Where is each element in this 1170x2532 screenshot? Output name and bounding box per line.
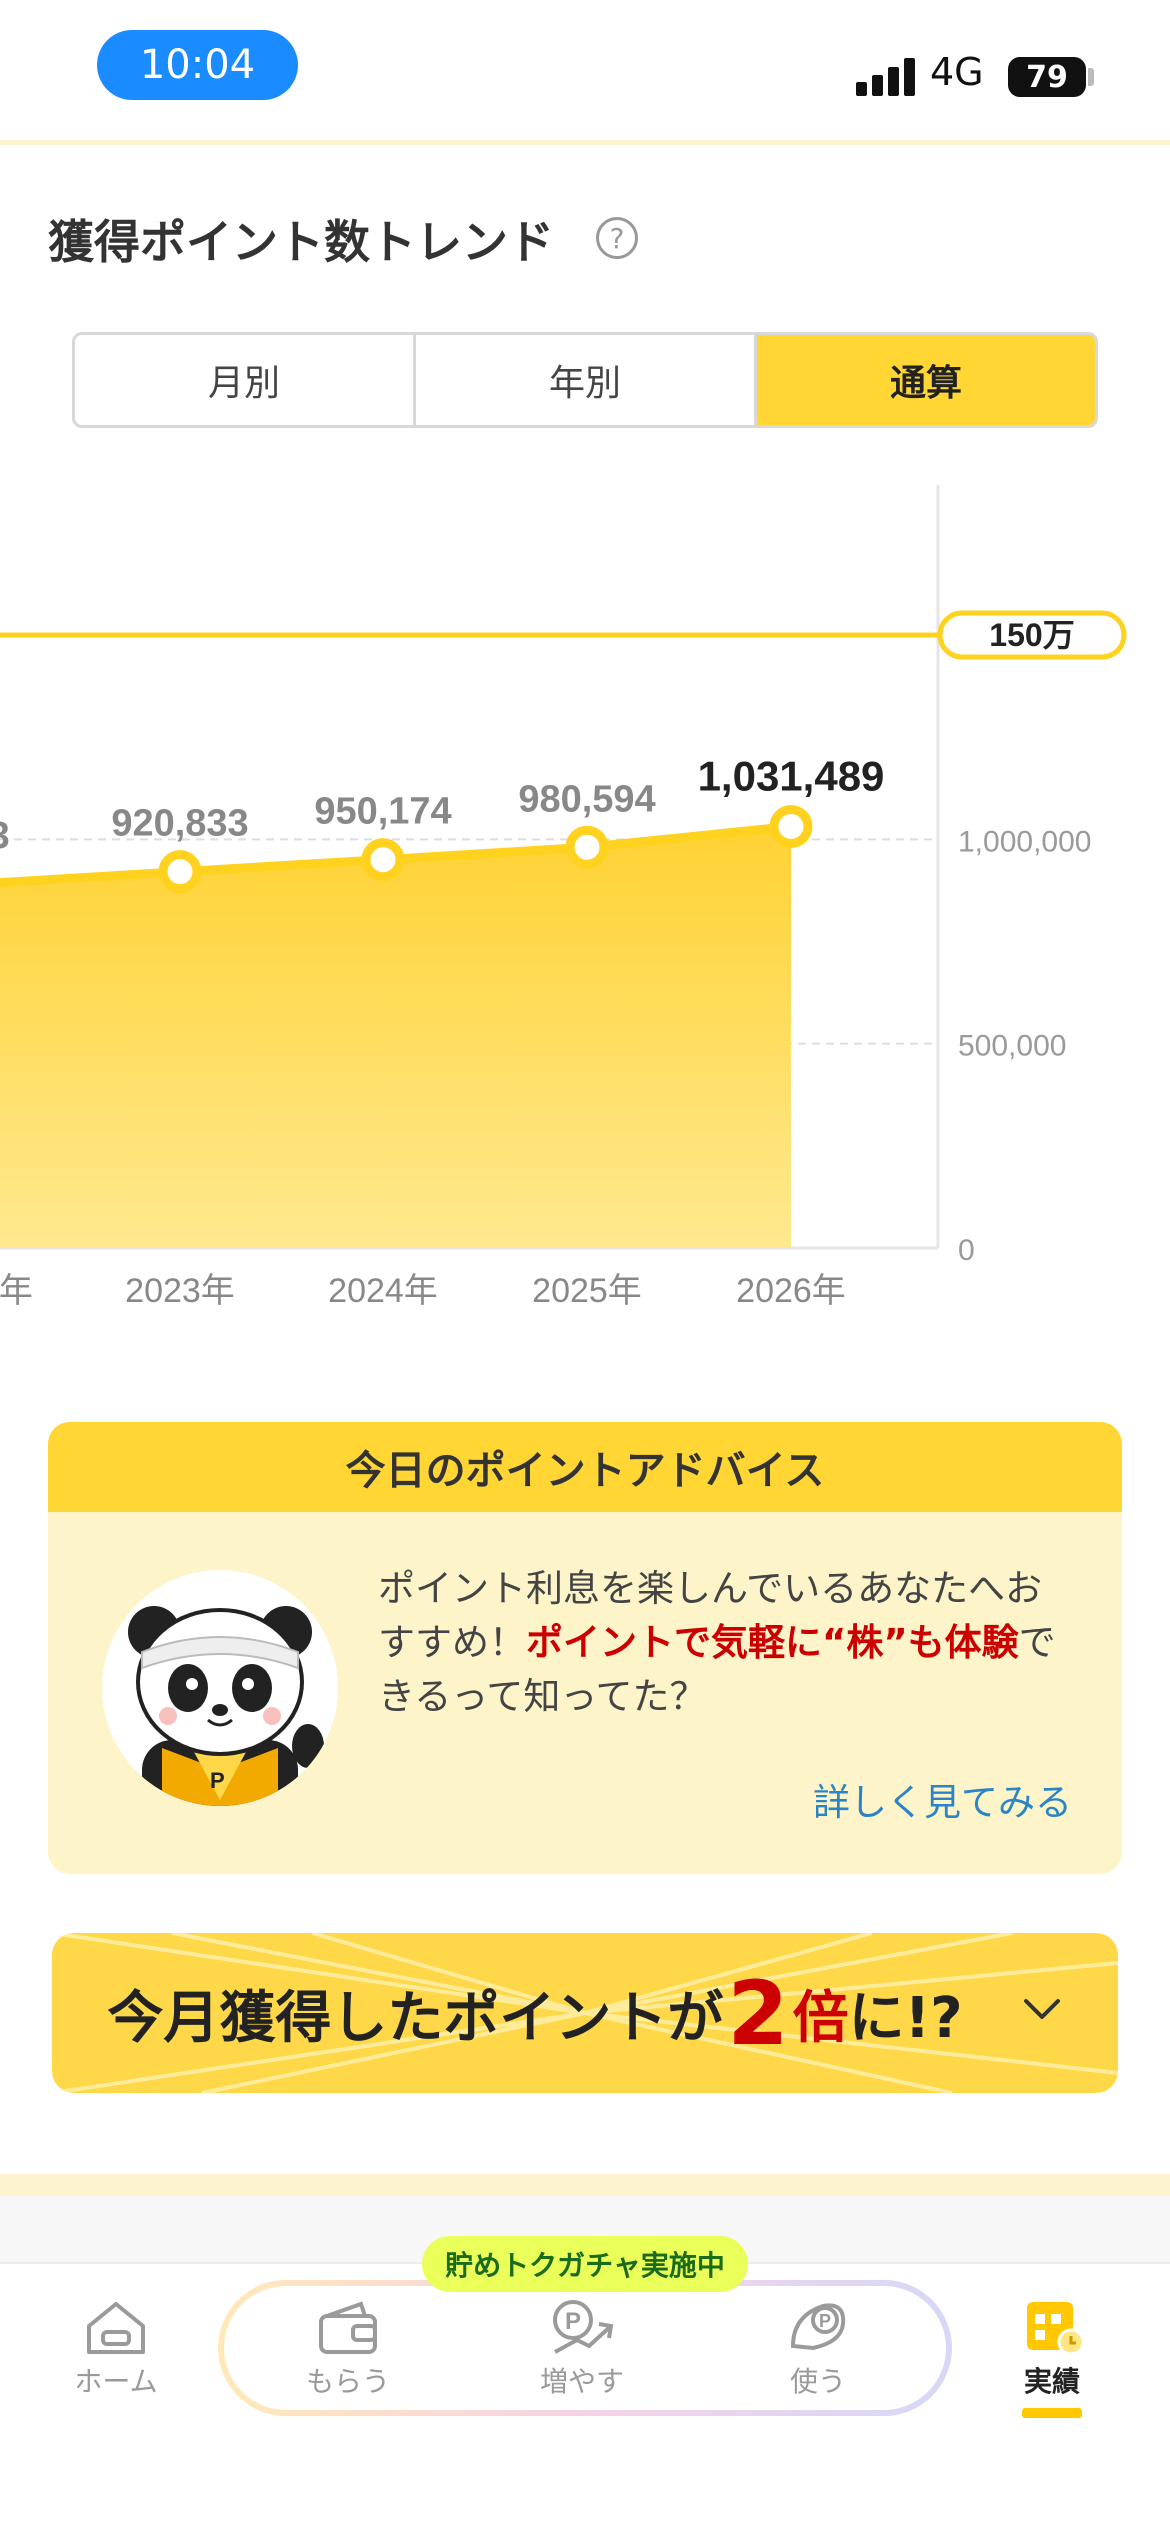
tab-grow[interactable]: P 増やす	[502, 2296, 662, 2406]
help-icon[interactable]: ?	[596, 217, 638, 259]
x-tick-label: 2022年	[0, 1272, 33, 1310]
period-segmented-control: 月別 年別 通算	[72, 332, 1098, 428]
data-label: 773	[0, 815, 10, 857]
section-divider	[0, 2174, 1170, 2196]
point-advice-card: 今日のポイントアドバイス P ポイント利息を楽しんでいるあなたへおすすめ！ポイン…	[48, 1422, 1122, 1874]
banner-text-number: 2	[727, 1961, 789, 2065]
y-tick-label: 1,000,000	[958, 825, 1091, 858]
segment-total[interactable]: 通算	[757, 335, 1095, 425]
x-tick-label: 2026年	[736, 1272, 846, 1310]
network-type: 4G	[930, 50, 984, 94]
panda-mascot-image: P	[102, 1570, 338, 1806]
banner-text: 今月獲得したポイントが 2 倍に!?	[52, 1933, 1018, 2093]
banner-text-suffix: に!?	[848, 1985, 963, 2051]
tab-get[interactable]: もらう	[268, 2296, 428, 2406]
battery-level: 79	[1026, 59, 1068, 95]
point-use-icon: P	[790, 2303, 846, 2351]
point-growth-icon: P	[553, 2300, 614, 2354]
advice-text-emphasis[interactable]: ポイントで気軽に“株”も体験	[526, 1621, 1019, 1664]
advice-header: 今日のポイントアドバイス	[48, 1422, 1122, 1512]
status-time: 10:04	[97, 30, 298, 100]
data-point	[361, 838, 405, 882]
tab-results[interactable]: 実績	[972, 2296, 1132, 2406]
double-points-banner[interactable]: 今月獲得したポイントが 2 倍に!?	[52, 1933, 1118, 2093]
battery-nub	[1088, 68, 1094, 86]
data-label: 920,833	[111, 803, 248, 845]
y-tick-label: 500,000	[958, 1030, 1066, 1063]
calendar-icon	[1027, 2302, 1085, 2356]
advice-details-link[interactable]: 詳しく見てみる	[813, 1772, 1072, 1826]
data-label: 950,174	[314, 791, 451, 833]
tab-home-label: ホーム	[74, 2365, 158, 2398]
data-label: 1,031,489	[698, 752, 885, 799]
data-point	[565, 825, 609, 869]
segment-monthly[interactable]: 月別	[75, 335, 416, 425]
tab-get-label: もらう	[305, 2365, 390, 2398]
battery-icon: 79	[1008, 57, 1086, 97]
data-label: 980,594	[518, 778, 655, 820]
svg-text:P: P	[819, 2311, 831, 2331]
banner-text-main: 今月獲得したポイントが	[107, 1985, 724, 2051]
y-tick-label: 0	[958, 1234, 975, 1267]
segment-yearly[interactable]: 年別	[416, 335, 757, 425]
gacha-campaign-badge[interactable]: 貯めトクガチャ実施中	[422, 2236, 748, 2292]
advice-message: ポイント利息を楽しんでいるあなたへおすすめ！ポイントで気軽に“株”も体験できるっ…	[378, 1562, 1078, 1724]
header-divider	[0, 140, 1170, 145]
home-icon	[87, 2302, 145, 2354]
wallet-icon	[319, 2301, 377, 2354]
series-area	[0, 826, 791, 1248]
data-point	[158, 850, 202, 894]
x-tick-label: 2023年	[125, 1272, 235, 1310]
section-title: 獲得ポイント数トレンド	[48, 215, 554, 269]
target-label: 150万	[989, 617, 1074, 653]
signal-icon	[856, 58, 916, 96]
svg-text:P: P	[565, 2308, 581, 2335]
tab-use-label: 使う	[789, 2365, 846, 2398]
banner-text-times: 倍	[792, 1985, 849, 2051]
tab-home[interactable]: ホーム	[36, 2296, 196, 2406]
svg-text:P: P	[210, 1768, 225, 1793]
x-tick-label: 2024年	[328, 1272, 438, 1310]
chevron-down-icon[interactable]	[1022, 1989, 1062, 2029]
points-trend-chart: 0 500,000 1,000,000 150万 773 2022年 920,833 2023…	[0, 485, 1127, 1310]
active-tab-indicator	[1022, 2408, 1082, 2418]
status-bar: 10:04 4G 79	[0, 0, 1170, 140]
tab-grow-label: 増やす	[539, 2365, 624, 2398]
tab-use[interactable]: P 使う	[738, 2296, 898, 2406]
tab-results-label: 実績	[1023, 2365, 1080, 2398]
data-point	[769, 804, 813, 848]
x-tick-label: 2025年	[532, 1272, 642, 1310]
